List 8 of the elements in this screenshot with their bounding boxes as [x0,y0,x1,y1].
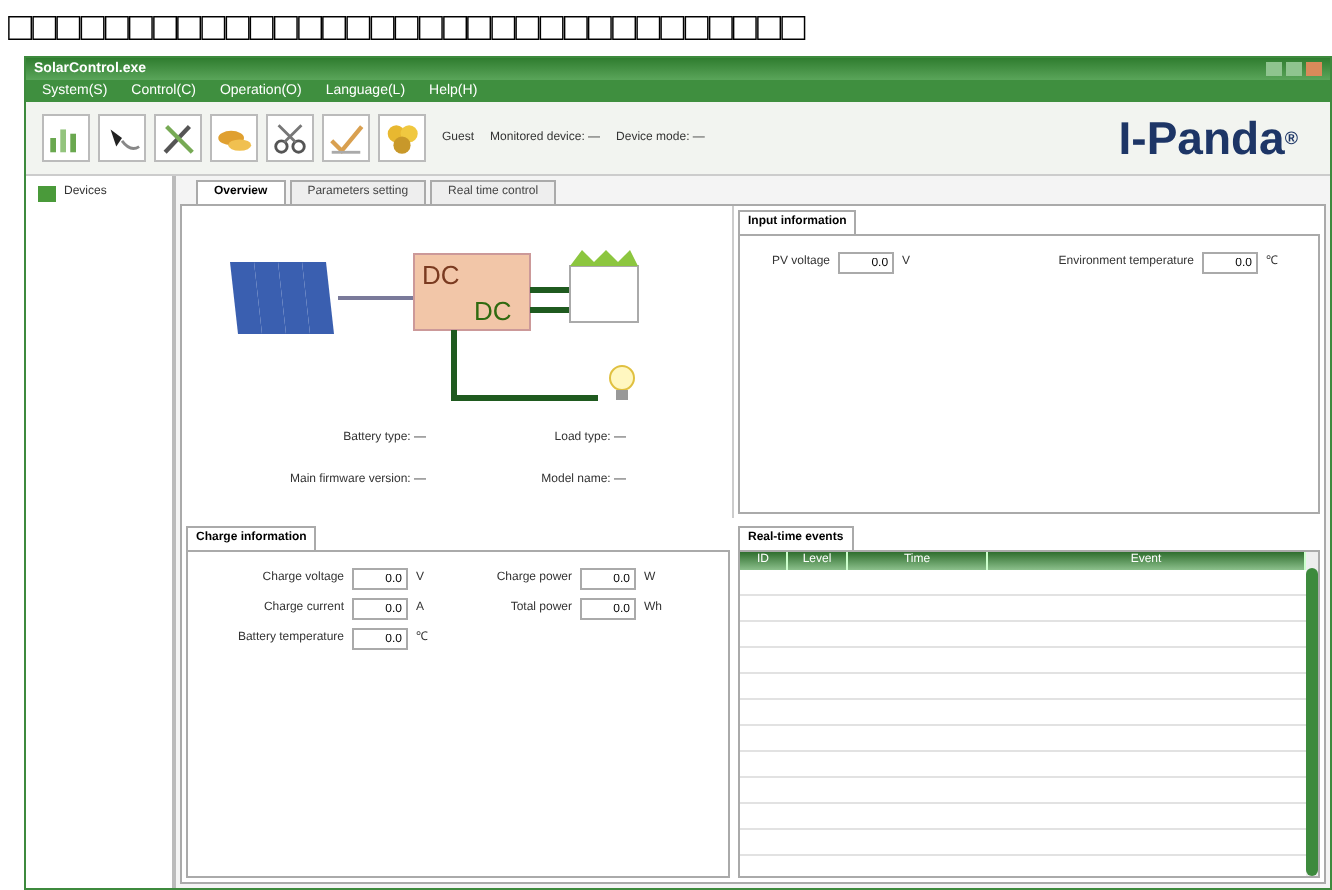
scissors-icon [270,118,310,158]
solar-system-drawing: DC DC [206,234,646,414]
toolbar-button[interactable] [266,114,314,162]
logo: I-Panda$^{®}$ [1118,109,1300,168]
toolbar-button[interactable] [98,114,146,162]
caption: □□□□□□□□□□□□□□□□□□□□□□□□□□□□□□□□□ [6,4,808,54]
toolbar-button[interactable] [154,114,202,162]
scrollbar[interactable] [1306,552,1318,876]
